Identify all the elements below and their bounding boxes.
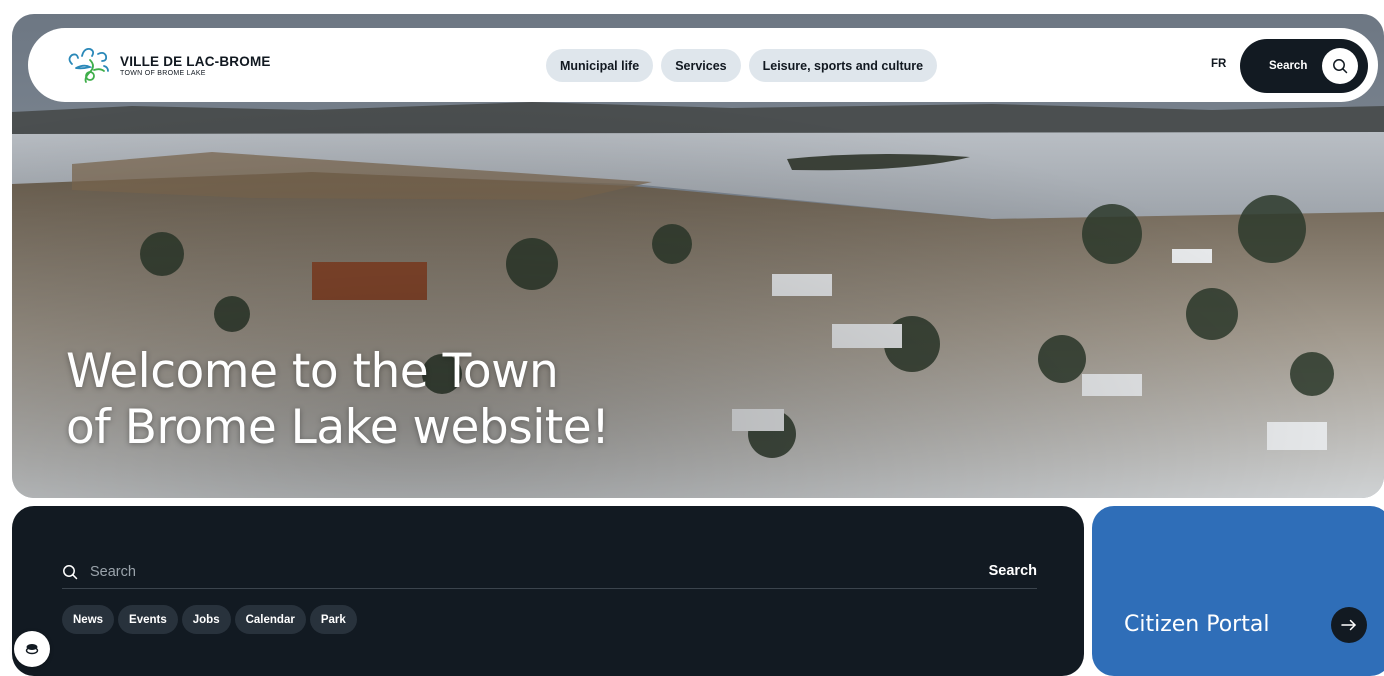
cookie-icon [25, 644, 39, 655]
main-nav: Municipal life Services Leisure, sports … [546, 49, 938, 82]
header-search-button[interactable]: Search [1240, 39, 1368, 93]
citizen-portal-label: Citizen Portal [1124, 612, 1270, 637]
hero-title: Welcome to the Town of Brome Lake websit… [66, 344, 610, 456]
header-search-label: Search [1269, 60, 1308, 72]
quick-link-park[interactable]: Park [309, 605, 357, 634]
search-row: Search [62, 560, 1037, 589]
quick-link-jobs[interactable]: Jobs [181, 605, 231, 634]
quick-link-calendar[interactable]: Calendar [234, 605, 306, 634]
search-input[interactable] [90, 560, 890, 584]
nav-municipal-life[interactable]: Municipal life [546, 49, 654, 82]
quick-links: News Events Jobs Calendar Park [62, 605, 357, 634]
logo-icon [68, 47, 109, 83]
quick-link-events[interactable]: Events [118, 605, 178, 634]
citizen-portal-card[interactable]: Citizen Portal [1092, 506, 1384, 676]
arrow-right-icon [1331, 607, 1367, 643]
nav-leisure-sports-culture[interactable]: Leisure, sports and culture [748, 49, 938, 82]
search-icon [1322, 48, 1358, 84]
logo-name: VILLE DE LAC-BROME [120, 53, 271, 69]
hero-title-line-1: Welcome to the Town [66, 344, 559, 399]
site-logo[interactable]: VILLE DE LAC-BROME TOWN OF BROME LAKE [64, 44, 284, 86]
site-header: VILLE DE LAC-BROME TOWN OF BROME LAKE Mu… [28, 28, 1378, 102]
nav-services[interactable]: Services [661, 49, 741, 82]
logo-subtitle: TOWN OF BROME LAKE [120, 69, 206, 77]
search-submit-button[interactable]: Search [989, 563, 1037, 579]
search-panel: Search News Events Jobs Calendar Park [12, 506, 1084, 676]
logo-text: VILLE DE LAC-BROME TOWN OF BROME LAKE [120, 54, 271, 77]
language-toggle[interactable]: FR [1211, 58, 1226, 70]
hero-title-line-2: of Brome Lake website! [66, 400, 610, 455]
search-icon [63, 565, 78, 580]
quick-link-news[interactable]: News [62, 605, 115, 634]
